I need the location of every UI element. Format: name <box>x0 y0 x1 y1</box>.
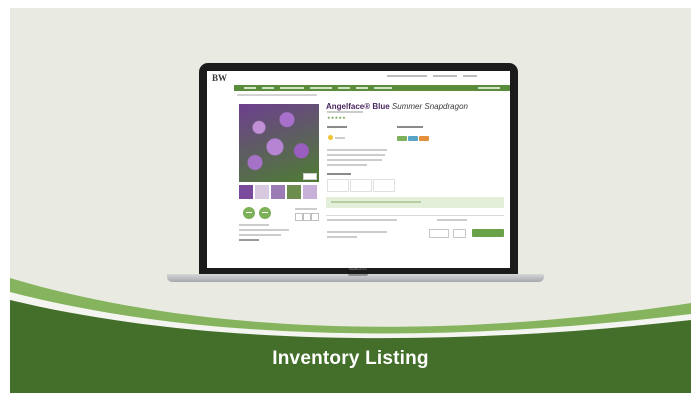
description-line <box>327 149 387 151</box>
description-line <box>327 159 382 161</box>
header-search[interactable] <box>463 75 477 77</box>
site-navigation-bar <box>234 85 510 91</box>
plant-info-line <box>239 224 269 226</box>
nav-item[interactable] <box>244 87 256 89</box>
product-thumbnail[interactable] <box>287 185 301 199</box>
plant-info-line <box>239 239 259 241</box>
site-logo[interactable]: BW <box>212 73 227 83</box>
nav-item[interactable] <box>356 87 368 89</box>
laptop-notch <box>348 274 368 276</box>
product-thumbnail[interactable] <box>239 185 253 199</box>
share-label <box>295 208 317 210</box>
nav-item[interactable] <box>374 87 392 89</box>
zone-button[interactable] <box>419 136 429 141</box>
slide-title: Inventory Listing <box>272 348 429 369</box>
rating-stars[interactable]: ★★★★★ <box>327 115 346 120</box>
notice-line <box>331 201 421 203</box>
add-to-favorites-button[interactable] <box>243 207 255 219</box>
product-thumbnail[interactable] <box>303 185 317 199</box>
exposure-label <box>327 126 347 128</box>
product-thumbnail[interactable] <box>255 185 269 199</box>
product-thumbnail[interactable] <box>271 185 285 199</box>
product-title: Angelface® Blue Summer Snapdragon <box>326 102 468 111</box>
description-line <box>327 164 367 166</box>
header-utility-links[interactable] <box>387 75 427 77</box>
zone-button[interactable] <box>408 136 418 141</box>
nav-item[interactable] <box>262 87 274 89</box>
nav-item[interactable] <box>338 87 350 89</box>
breadcrumb[interactable] <box>237 94 317 96</box>
site-header: BW <box>207 71 510 83</box>
laptop-brand-label: MacBook Pro <box>348 267 367 271</box>
plant-info-line <box>239 234 281 236</box>
nav-item[interactable] <box>280 87 304 89</box>
order-info-line <box>327 231 387 233</box>
size-option[interactable] <box>373 179 395 192</box>
grower-selector[interactable] <box>327 219 397 221</box>
divider <box>326 215 504 216</box>
quantity-input[interactable] <box>429 229 449 238</box>
header-account-links[interactable] <box>433 75 457 77</box>
plant-info-line <box>239 229 289 231</box>
presentation-slide: Inventory Listing BW Angelface® Blue Sum… <box>10 8 691 393</box>
laptop-lid: BW Angelface® Blue Summer Snapdragon ★★★… <box>199 63 518 276</box>
product-main-photo[interactable] <box>239 104 319 182</box>
unit-select[interactable] <box>453 229 466 238</box>
share-icon[interactable] <box>303 213 311 221</box>
ship-week-label <box>437 219 467 221</box>
sun-icon <box>328 135 333 140</box>
zone-button[interactable] <box>397 136 407 141</box>
zoom-badge[interactable] <box>303 173 317 180</box>
screenshot-stage: Inventory Listing BW Angelface® Blue Sum… <box>0 0 691 397</box>
available-sizes-label <box>327 173 351 175</box>
size-option[interactable] <box>327 179 349 192</box>
description-line <box>327 154 385 156</box>
size-option[interactable] <box>350 179 372 192</box>
share-icon[interactable] <box>295 213 303 221</box>
exposure-value <box>335 137 345 139</box>
add-to-list-button[interactable] <box>259 207 271 219</box>
product-name: Angelface® Blue <box>326 102 390 111</box>
add-to-cart-button[interactable] <box>472 229 504 237</box>
laptop-screen: BW Angelface® Blue Summer Snapdragon ★★★… <box>207 71 510 268</box>
share-icon[interactable] <box>311 213 319 221</box>
nav-item[interactable] <box>310 87 332 89</box>
product-subtitle: Summer Snapdragon <box>391 102 468 111</box>
hardiness-label <box>397 126 423 128</box>
order-info-line <box>327 236 357 238</box>
nav-cta-link[interactable] <box>478 87 500 89</box>
product-series-line <box>327 111 363 113</box>
